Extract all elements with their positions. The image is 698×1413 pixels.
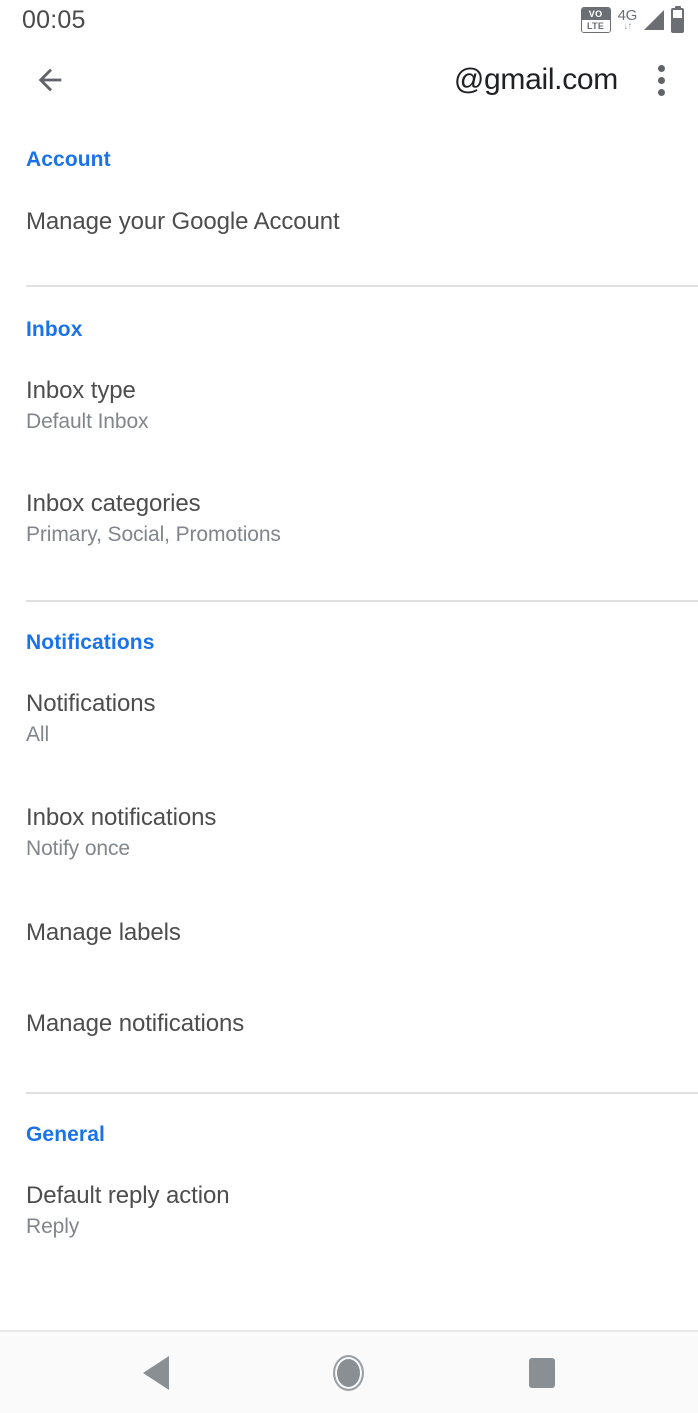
status-clock: 00:05 — [22, 5, 86, 34]
more-dot — [657, 76, 665, 84]
section-header-general: General — [26, 1123, 105, 1146]
setting-item-default-reply-action[interactable]: Default reply action Reply — [0, 1147, 698, 1239]
setting-item-inbox-categories[interactable]: Inbox categories Primary, Social, Promot… — [0, 434, 698, 547]
setting-item-title: Default reply action — [26, 1182, 230, 1209]
setting-item-value: Default Inbox — [26, 410, 149, 433]
settings-list: Account Manage your Google Account Inbox… — [0, 120, 698, 1330]
back-nav-button[interactable] — [116, 1331, 196, 1413]
more-dot — [657, 64, 665, 72]
setting-item-inbox-notifications[interactable]: Inbox notifications Notify once — [0, 747, 698, 861]
volte-icon: VO LTE — [580, 7, 611, 33]
volte-bottom-label: LTE — [581, 20, 610, 32]
setting-item-value: Primary, Social, Promotions — [26, 523, 281, 546]
back-triangle-icon — [143, 1355, 170, 1390]
setting-item-value: Reply — [26, 1215, 80, 1238]
setting-item-title: Manage notifications — [26, 1010, 245, 1037]
setting-item-title: Inbox notifications — [26, 804, 217, 831]
home-circle-icon — [333, 1354, 365, 1391]
setting-item-title: Manage your Google Account — [26, 208, 340, 235]
setting-item-title: Manage labels — [26, 919, 181, 946]
phone-screen: 00:05 VO LTE 4G ↓↑ @gmail.com Account Ma… — [0, 0, 698, 1413]
network-type-icon: 4G ↓↑ — [618, 8, 638, 32]
setting-item-value: Notify once — [26, 837, 130, 860]
status-icons: VO LTE 4G ↓↑ — [580, 7, 684, 33]
setting-item-title: Inbox categories — [26, 490, 201, 517]
section-header-inbox: Inbox — [26, 318, 83, 341]
setting-item-inbox-type[interactable]: Inbox type Default Inbox — [0, 342, 698, 434]
setting-item-manage-google-account[interactable]: Manage your Google Account — [0, 172, 698, 236]
data-transfer-arrows-icon: ↓↑ — [623, 21, 632, 32]
battery-level-fill — [673, 17, 682, 31]
home-nav-button[interactable] — [309, 1331, 389, 1413]
volte-top-label: VO — [581, 8, 610, 20]
battery-icon — [671, 7, 684, 33]
recents-nav-button[interactable] — [502, 1331, 582, 1413]
more-vert-icon[interactable] — [638, 54, 684, 106]
section-header-notifications: Notifications — [26, 631, 155, 654]
section-header-account: Account — [26, 148, 111, 171]
back-arrow-icon[interactable] — [24, 54, 76, 106]
app-bar: @gmail.com — [0, 40, 698, 120]
status-bar: 00:05 VO LTE 4G ↓↑ — [0, 0, 698, 40]
more-dot — [657, 88, 665, 96]
setting-item-manage-notifications[interactable]: Manage notifications — [0, 947, 698, 1038]
setting-item-title: Notifications — [26, 690, 156, 717]
system-navigation-bar — [0, 1330, 698, 1413]
setting-item-value: All — [26, 723, 50, 746]
setting-item-manage-labels[interactable]: Manage labels — [0, 861, 698, 947]
setting-item-title: Inbox type — [26, 377, 136, 404]
recents-square-icon — [528, 1357, 555, 1388]
signal-bars-icon — [644, 10, 664, 30]
setting-item-notifications[interactable]: Notifications All — [0, 655, 698, 747]
page-title: @gmail.com — [453, 63, 618, 96]
